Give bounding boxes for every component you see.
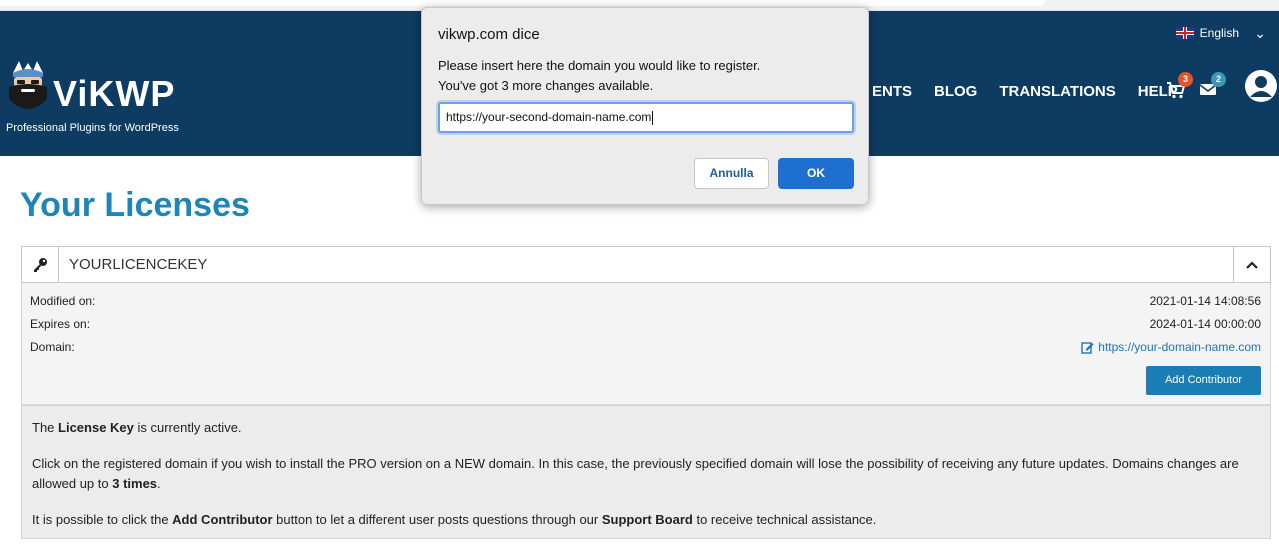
nav-item-documents[interactable]: ENTS	[872, 83, 912, 100]
license-key: YOURLICENCEKEY	[69, 256, 208, 273]
license-info: The License Key is currently active. Cli…	[21, 405, 1271, 539]
messages-count-badge: 2	[1211, 72, 1226, 87]
nav-item-blog[interactable]: BLOG	[934, 83, 977, 100]
modified-row: Modified on: 2021-01-14 14:08:56	[30, 294, 1261, 310]
add-contributor-button[interactable]: Add Contributor	[1146, 366, 1261, 395]
chevron-down-icon: ⌄	[1254, 25, 1266, 41]
key-icon	[22, 247, 59, 282]
language-label: English	[1199, 26, 1239, 40]
prompt-dialog: vikwp.com dice Please insert here the do…	[421, 7, 869, 205]
modified-value: 2021-01-14 14:08:56	[1149, 294, 1261, 308]
expires-value: 2024-01-14 00:00:00	[1149, 317, 1261, 331]
license-header: YOURLICENCEKEY	[21, 246, 1271, 283]
dialog-message: Please insert here the domain you would …	[438, 56, 760, 96]
cart-button[interactable]: 3	[1166, 72, 1193, 101]
chevron-up-icon	[1246, 260, 1258, 269]
collapse-toggle[interactable]	[1233, 247, 1270, 282]
uk-flag-icon	[1175, 27, 1194, 39]
domain-input[interactable]: https://your-second-domain-name.com	[438, 102, 854, 133]
expires-row: Expires on: 2024-01-14 00:00:00	[30, 317, 1261, 333]
messages-button[interactable]: 2	[1199, 72, 1226, 101]
main-nav: ENTS BLOG TRANSLATIONS HELP	[872, 83, 1200, 100]
language-selector[interactable]: English ⌄	[1175, 25, 1266, 41]
domain-label: Domain:	[30, 340, 75, 354]
logo-text: ViKWP	[53, 73, 176, 114]
text-caret	[652, 110, 654, 125]
site-logo[interactable]: ViKWP	[5, 59, 195, 119]
browser-bar	[0, 0, 1045, 6]
modified-label: Modified on:	[30, 294, 96, 308]
account-button[interactable]	[1244, 69, 1278, 103]
info-domain-change: Click on the registered domain if you wi…	[32, 456, 1239, 491]
user-avatar-icon	[1245, 70, 1277, 102]
viking-mascot-icon	[9, 61, 47, 109]
tagline: Professional Plugins for WordPress	[6, 122, 179, 134]
dialog-message-line-1: Please insert here the domain you would …	[438, 58, 761, 73]
info-contributor: It is possible to click the Add Contribu…	[32, 512, 877, 527]
domain-value: https://your-domain-name.com	[1098, 340, 1261, 354]
page-title: Your Licenses	[20, 186, 250, 224]
license-details: Modified on: 2021-01-14 14:08:56 Expires…	[21, 283, 1271, 405]
dialog-title: vikwp.com dice	[438, 26, 540, 43]
expires-label: Expires on:	[30, 317, 91, 331]
domain-row: Domain: https://your-domain-name.com	[30, 340, 1261, 356]
domain-link[interactable]: https://your-domain-name.com	[1081, 340, 1261, 354]
dialog-message-line-2: You've got 3 more changes available.	[438, 78, 654, 93]
ok-button[interactable]: OK	[778, 158, 854, 189]
edit-icon	[1081, 341, 1094, 354]
cancel-button[interactable]: Annulla	[694, 158, 769, 189]
info-status: The License Key is currently active.	[32, 420, 242, 435]
domain-input-value: https://your-second-domain-name.com	[446, 110, 652, 124]
cart-count-badge: 3	[1178, 72, 1193, 87]
nav-item-translations[interactable]: TRANSLATIONS	[999, 83, 1115, 100]
